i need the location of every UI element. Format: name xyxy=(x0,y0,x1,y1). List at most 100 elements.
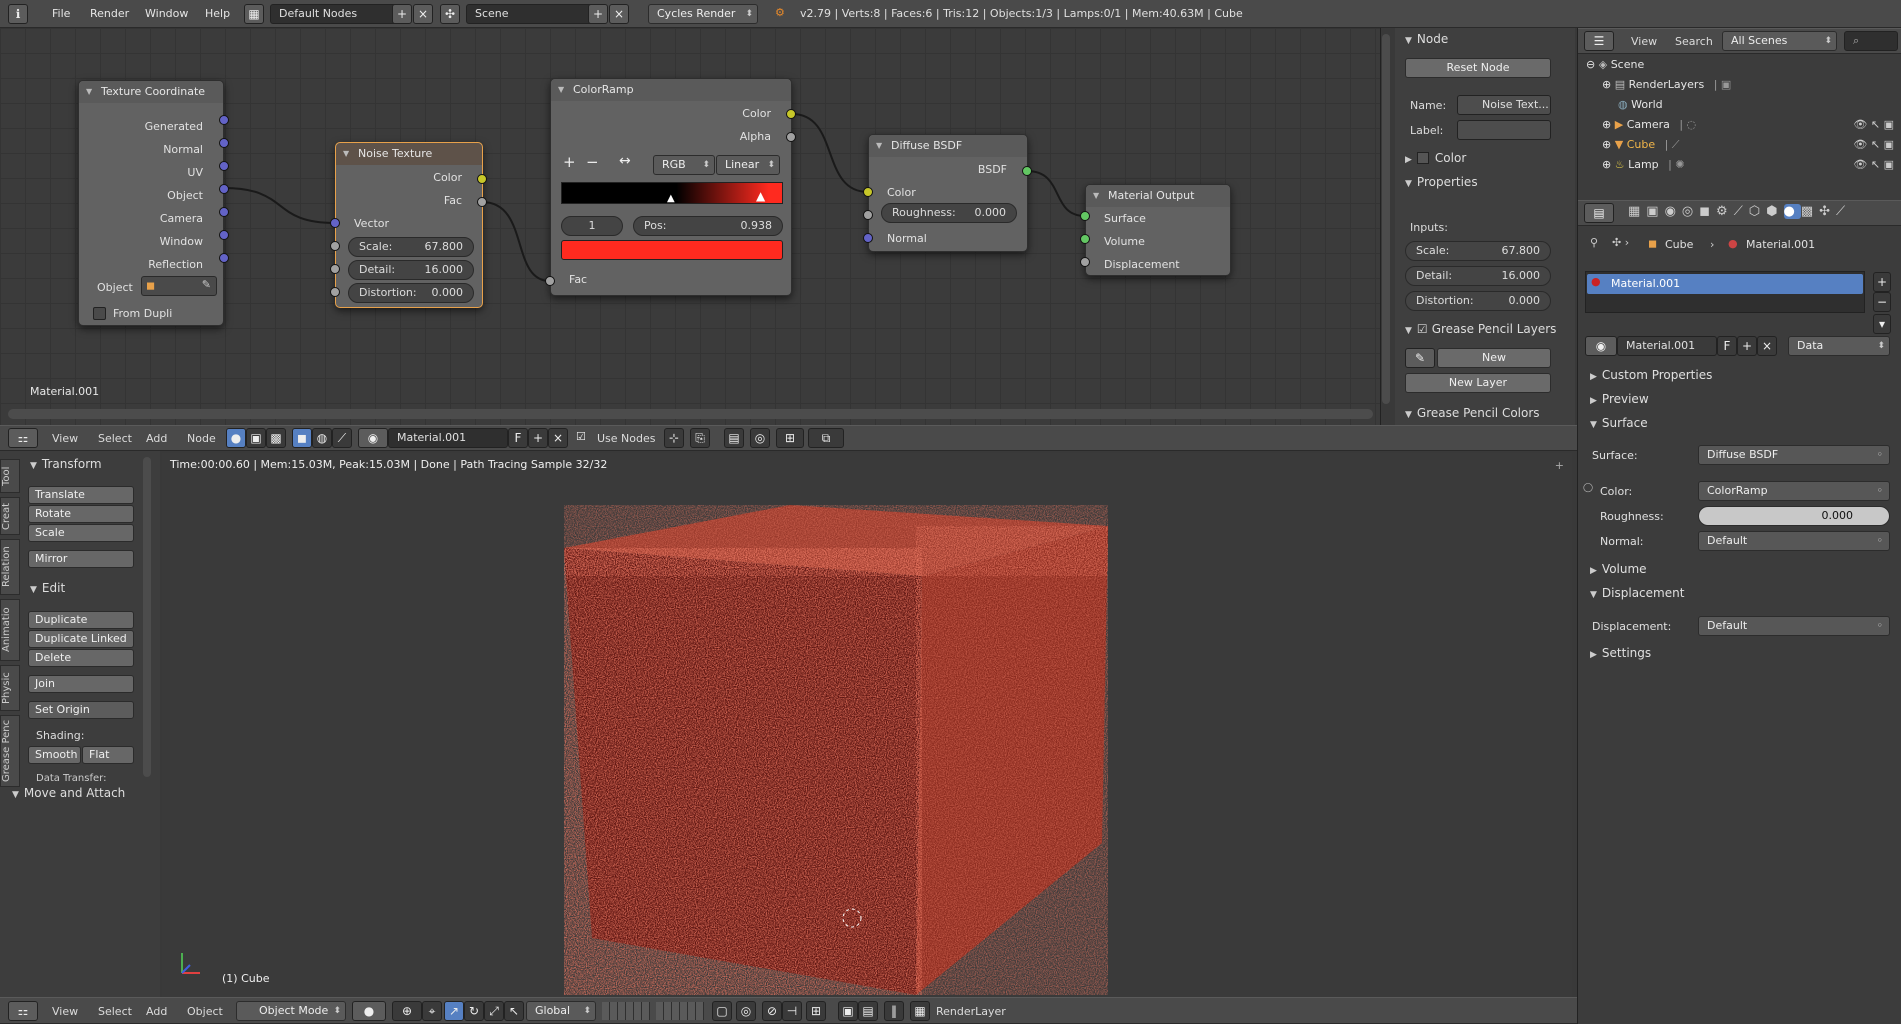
color-input-field[interactable]: ColorRamp xyxy=(1698,481,1890,501)
scale-button[interactable]: Scale xyxy=(28,524,134,542)
viewport-plus-icon[interactable]: + xyxy=(1555,459,1564,472)
outliner-item-camera[interactable]: ⊕ ▶ Camera | ◌ 👁 ↖ ▣ xyxy=(1602,118,1898,131)
3d-viewport[interactable]: Time:00:00.60 | Mem:15.03M, Peak:15.03M … xyxy=(162,453,1572,997)
reset-node-button[interactable]: Reset Node xyxy=(1405,58,1551,78)
opengl-render-icon[interactable]: ▣ xyxy=(838,1001,858,1021)
mirror-button[interactable]: Mirror xyxy=(28,550,134,568)
stop-color-swatch[interactable] xyxy=(561,240,783,260)
eyedropper-icon[interactable]: ✎ xyxy=(202,278,211,291)
snap-toggle-icon[interactable]: ⊘ xyxy=(762,1001,782,1021)
normal-input-field[interactable]: Default xyxy=(1698,531,1890,551)
opengl-anim-icon[interactable]: ▤ xyxy=(858,1001,878,1021)
unlink-material-icon[interactable]: × xyxy=(1757,336,1777,356)
compositing-nodes-icon[interactable]: ▣ xyxy=(246,428,266,448)
delete-button[interactable]: Delete xyxy=(28,649,134,667)
socket-noise-color[interactable] xyxy=(477,174,487,184)
render-preview-icon[interactable]: ▤ xyxy=(724,428,744,448)
stop-index-field[interactable]: 1 xyxy=(561,216,623,236)
camera-visibility-icons[interactable]: 👁 ↖ ▣ xyxy=(1853,118,1894,131)
socket-output-volume[interactable] xyxy=(1080,234,1090,244)
menu-view[interactable]: View xyxy=(52,1005,78,1018)
socket-ramp-fac[interactable] xyxy=(545,276,555,286)
new-material-icon[interactable]: + xyxy=(528,428,548,448)
ramp-stop-red[interactable]: ▲ xyxy=(756,189,765,203)
remove-stop-icon[interactable]: − xyxy=(586,153,599,171)
socket-ramp-color[interactable] xyxy=(786,109,796,119)
tab-grease-pencil[interactable]: Grease Penc xyxy=(0,715,20,787)
menu-select[interactable]: Select xyxy=(98,1005,132,1018)
texture-coordinate-node[interactable]: Texture Coordinate Generated Normal UV O… xyxy=(78,80,224,326)
pos-field[interactable]: Pos: 0.938 xyxy=(633,216,783,236)
roughness-field[interactable]: Roughness: 0.000 xyxy=(881,203,1017,223)
tab-animation[interactable]: Animatio xyxy=(0,599,20,661)
node-name-field[interactable]: Noise Text... xyxy=(1457,95,1551,115)
pivot-icon[interactable]: ⊕ xyxy=(392,1001,422,1021)
world-shader-icon[interactable]: ◍ xyxy=(312,428,332,448)
paste-icon[interactable]: ⧉ xyxy=(808,428,844,448)
texture-nodes-icon[interactable]: ▩ xyxy=(266,428,286,448)
view3d-editor-type-icon[interactable]: ⚏ xyxy=(8,1001,38,1021)
properties-context-tabs[interactable]: ▦▣◉◎◼⚙⟋⬡⬢●▩✣⟋ xyxy=(1628,204,1851,219)
socket-diffuse-color[interactable] xyxy=(863,187,873,197)
scale-manipulator-icon[interactable]: ⤢ xyxy=(484,1001,504,1021)
color-checkbox[interactable] xyxy=(1416,152,1429,164)
displacement-header[interactable]: ▼ Displacement xyxy=(1590,586,1684,600)
fake-user-button[interactable]: F xyxy=(508,428,528,448)
material-name-field[interactable]: Material.001 xyxy=(1617,336,1717,356)
orientation-select[interactable]: Global xyxy=(526,1001,596,1021)
pin-icon[interactable]: ⚲ xyxy=(1590,236,1598,249)
scale-field[interactable]: Scale: 67.800 xyxy=(348,237,474,257)
add-scene-icon[interactable]: + xyxy=(588,4,608,24)
grease-pencil-layers-header[interactable]: ▼ ☑ Grease Pencil Layers xyxy=(1405,322,1556,336)
socket-normal[interactable] xyxy=(219,138,229,148)
outliner-item-scene[interactable]: ⊖ ◈ Scene xyxy=(1586,58,1644,71)
remove-layout-icon[interactable]: × xyxy=(413,4,433,24)
join-button[interactable]: Join xyxy=(28,675,134,693)
menu-file[interactable]: File xyxy=(52,7,70,20)
menu-render[interactable]: Render xyxy=(90,7,129,20)
outliner-item-renderlayers[interactable]: ⊕ ▤ RenderLayers | ▣ xyxy=(1602,78,1731,91)
socket-diffuse-bsdf[interactable] xyxy=(1022,166,1032,176)
socket-generated[interactable] xyxy=(219,115,229,125)
outliner-menu-search[interactable]: Search xyxy=(1675,35,1713,48)
socket-reflection[interactable] xyxy=(219,253,229,263)
copy-icon[interactable]: ⎘ xyxy=(690,428,710,448)
panel-distortion-field[interactable]: Distortion: 0.000 xyxy=(1405,291,1551,311)
interpolation-select[interactable]: Linear xyxy=(716,155,780,175)
node-section-header[interactable]: ▼ Node xyxy=(1405,32,1448,46)
use-nodes-checkbox[interactable]: ☑ xyxy=(576,430,586,443)
new-gp-button[interactable]: New xyxy=(1437,348,1551,368)
horizontal-scrollbar[interactable] xyxy=(8,409,1373,419)
tab-tool[interactable]: Tool xyxy=(0,459,20,493)
preview-header[interactable]: ▶ Preview xyxy=(1590,392,1649,406)
tab-physics[interactable]: Physic xyxy=(0,665,20,711)
socket-noise-fac[interactable] xyxy=(477,197,487,207)
unlink-material-icon[interactable]: × xyxy=(548,428,568,448)
custom-properties-header[interactable]: ▶ Custom Properties xyxy=(1590,368,1712,382)
pencil-icon[interactable]: ✎ xyxy=(1405,348,1435,368)
manipulator-extra-icon[interactable]: ↖ xyxy=(504,1001,524,1021)
gp-checkbox-icon[interactable]: ☑ xyxy=(1417,322,1428,336)
new-layer-button[interactable]: New Layer xyxy=(1405,373,1551,393)
display-mode-select[interactable]: All Scenes xyxy=(1722,31,1837,51)
outliner-search-field[interactable]: ⌕ xyxy=(1844,31,1898,51)
menu-window[interactable]: Window xyxy=(145,7,188,20)
outliner-item-cube[interactable]: ⊕ ▼ Cube | ⟋ 👁 ↖ ▣ xyxy=(1602,138,1898,152)
mode-select[interactable]: Object Mode xyxy=(236,1001,346,1021)
menu-select[interactable]: Select xyxy=(98,432,132,445)
socket-window[interactable] xyxy=(219,230,229,240)
proportional-edit-icon[interactable]: ◎ xyxy=(736,1001,756,1021)
menu-add[interactable]: Add xyxy=(146,432,167,445)
socket-output-displacement[interactable] xyxy=(1080,257,1090,267)
node-editor[interactable]: Texture Coordinate Generated Normal UV O… xyxy=(0,28,1390,425)
panel-detail-field[interactable]: Detail: 16.000 xyxy=(1405,266,1551,286)
remove-slot-icon[interactable]: − xyxy=(1873,292,1891,312)
render-layer-icon[interactable]: ▦ xyxy=(910,1001,930,1021)
scene-field[interactable]: Scene xyxy=(466,4,596,24)
backdrop-icon[interactable]: ◎ xyxy=(750,428,770,448)
surface-header[interactable]: ▼ Surface xyxy=(1590,416,1648,430)
add-slot-icon[interactable]: + xyxy=(1873,272,1891,292)
object-shader-icon[interactable]: ◼ xyxy=(292,428,312,448)
socket-camera[interactable] xyxy=(219,207,229,217)
pause-render-icon[interactable]: ‖ xyxy=(884,1001,904,1021)
